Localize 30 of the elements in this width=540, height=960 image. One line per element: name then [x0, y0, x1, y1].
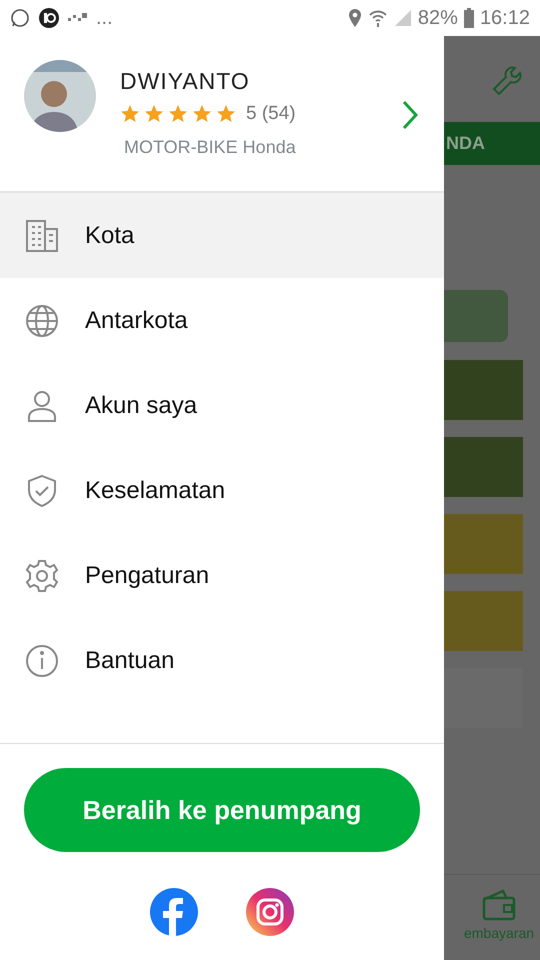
chat-icon	[10, 8, 30, 28]
instagram-icon[interactable]	[246, 888, 294, 936]
info-icon	[24, 642, 60, 678]
facebook-icon[interactable]	[150, 888, 198, 936]
menu-item[interactable]: Pengaturan	[0, 533, 444, 618]
gear-icon	[24, 558, 60, 594]
signal-icon	[394, 9, 412, 27]
vehicle-label: MOTOR-BIKE Honda	[124, 137, 297, 158]
app-icon	[38, 7, 60, 29]
driver-name: DWIYANTO	[120, 68, 251, 95]
wallet-icon	[482, 889, 516, 921]
overflow-indicator: ...	[96, 6, 113, 30]
menu-item[interactable]: Antarkota	[0, 278, 444, 363]
location-icon	[348, 8, 362, 28]
signal-dots-icon	[68, 12, 88, 24]
banner-text: NDA	[446, 133, 485, 154]
clock: 16:12	[480, 6, 530, 30]
battery-percent: 82%	[418, 6, 458, 30]
menu-item[interactable]: Akun saya	[0, 363, 444, 448]
nav-label: embayaran	[464, 925, 534, 941]
menu-item[interactable]: Bantuan	[0, 618, 444, 703]
menu-item[interactable]: Keselamatan	[0, 448, 444, 533]
button-background	[444, 290, 508, 342]
wifi-icon	[368, 8, 388, 28]
building-icon	[24, 218, 60, 254]
battery-icon	[464, 8, 474, 28]
menu-item[interactable]: Kota	[0, 193, 444, 278]
chevron-right-icon[interactable]	[402, 100, 418, 130]
globe-icon	[24, 302, 60, 338]
rating-score: 5 (54)	[246, 103, 296, 125]
